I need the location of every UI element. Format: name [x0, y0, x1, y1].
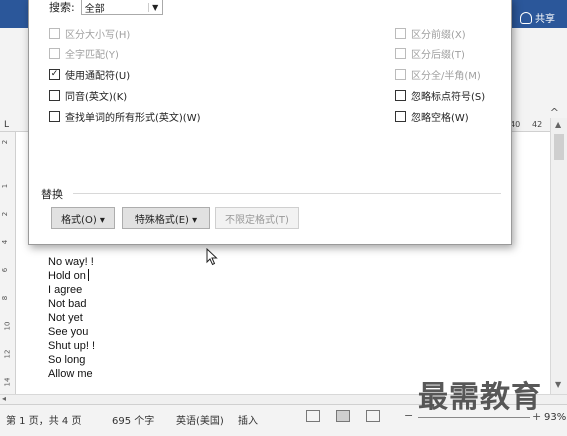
sounds-like-checkbox[interactable]: 同音(英文)(K) — [49, 88, 127, 103]
vruler-mark: 14 — [3, 377, 12, 387]
search-direction-select[interactable]: 全部 ▼ — [80, 0, 163, 15]
all-word-forms-checkbox[interactable]: 查找单词的所有形式(英文)(W) — [49, 109, 201, 124]
option-label: 区分大小写(H) — [65, 30, 131, 41]
person-icon — [520, 11, 532, 24]
ruler-mark: 42 — [532, 120, 543, 129]
option-label: 忽略标点符号(S) — [411, 92, 486, 103]
checkbox-box[interactable] — [395, 111, 406, 122]
match-prefix-checkbox[interactable]: 区分前缀(X) — [395, 26, 466, 41]
zoom-level[interactable]: 93% — [544, 412, 566, 423]
option-label: 同音(英文)(K) — [65, 92, 128, 103]
scroll-up-icon[interactable]: ▲ — [555, 120, 561, 129]
print-layout-icon[interactable] — [336, 410, 350, 422]
section-divider — [73, 193, 501, 194]
zoom-out-icon[interactable]: − — [404, 409, 413, 422]
text-cursor — [87, 269, 89, 281]
option-label: 查找单词的所有形式(英文)(W) — [65, 113, 201, 124]
checkmark-icon[interactable]: ✓ — [49, 69, 60, 80]
option-label: 使用通配符(U) — [65, 71, 131, 82]
vruler-mark: 2 — [1, 211, 10, 217]
scroll-left-icon[interactable]: ◂ — [2, 394, 6, 403]
checkbox-box[interactable] — [395, 90, 406, 101]
share-button[interactable]: 共享 — [520, 10, 555, 25]
mouse-pointer-icon — [206, 248, 218, 266]
ignore-punctuation-checkbox[interactable]: 忽略标点符号(S) — [395, 88, 485, 103]
checkbox-box[interactable] — [395, 48, 406, 59]
replace-section-label: 替换 — [41, 188, 63, 201]
chevron-down-icon[interactable]: ▼ — [147, 2, 162, 12]
web-layout-icon[interactable] — [366, 410, 380, 422]
option-label: 区分后缀(T) — [411, 50, 465, 61]
search-direction-row: 搜索: 全部 ▼ — [49, 0, 163, 15]
text-line: I agree — [48, 284, 83, 296]
use-wildcards-checkbox[interactable]: ✓ 使用通配符(U) — [49, 67, 130, 82]
share-label: 共享 — [535, 14, 555, 25]
tab-selector[interactable]: L — [4, 120, 9, 130]
option-label: 全字匹配(Y) — [65, 50, 119, 61]
text-line: So long — [48, 354, 86, 366]
word-window: 共享 ^ L 40 42 2 1 2 4 6 8 10 12 14 No way… — [0, 0, 567, 436]
text-line: See you — [48, 326, 89, 338]
language-indicator[interactable]: 英语(美国) — [176, 412, 224, 427]
word-count[interactable]: 695 个字 — [112, 412, 154, 427]
vruler-mark: 6 — [1, 267, 10, 273]
text-line-content: Hold on — [48, 270, 86, 282]
checkbox-box[interactable] — [49, 48, 60, 59]
vertical-scrollbar[interactable]: ▲ ▼ — [550, 118, 567, 394]
ignore-whitespace-checkbox[interactable]: 忽略空格(W) — [395, 109, 469, 124]
whole-word-checkbox[interactable]: 全字匹配(Y) — [49, 46, 119, 61]
vruler-mark: 8 — [1, 295, 10, 301]
option-label: 忽略空格(W) — [411, 113, 469, 124]
match-width-checkbox[interactable]: 区分全/半角(M) — [395, 67, 481, 82]
document-text[interactable]: No way! ! Hold on I agree Not bad Not ye… — [48, 255, 95, 381]
option-label: 区分全/半角(M) — [411, 71, 481, 82]
text-line: Shut up! ! — [48, 340, 96, 352]
read-mode-icon[interactable] — [306, 410, 320, 422]
scroll-thumb[interactable] — [554, 134, 564, 160]
match-case-checkbox[interactable]: 区分大小写(H) — [49, 26, 130, 41]
checkbox-box[interactable] — [395, 28, 406, 39]
vruler-mark: 1 — [1, 183, 10, 189]
vruler-mark: 10 — [3, 321, 12, 331]
page-info[interactable]: 第 1 页，共 4 页 — [6, 412, 81, 427]
checkbox-box[interactable] — [49, 28, 60, 39]
search-direction-value: 全部 — [84, 3, 105, 15]
vruler-mark: 2 — [1, 139, 10, 145]
find-replace-dialog: 搜索: 全部 ▼ 区分大小写(H) 全字匹配(Y) ✓ 使用通配符(U) 同音(… — [28, 0, 512, 245]
text-line: Not bad — [48, 298, 87, 310]
zoom-slider[interactable] — [418, 417, 530, 418]
vruler-mark: 4 — [1, 239, 10, 245]
text-line: Not yet — [48, 312, 83, 324]
text-line: No way! ! — [48, 256, 94, 268]
no-formatting-button[interactable]: 不限定格式(T) — [215, 207, 299, 229]
format-button[interactable]: 格式(O) ▾ — [51, 207, 115, 229]
special-format-button[interactable]: 特殊格式(E) ▾ — [122, 207, 210, 229]
scroll-down-icon[interactable]: ▼ — [555, 380, 561, 389]
checkbox-box[interactable] — [395, 69, 406, 80]
insert-mode[interactable]: 插入 — [238, 412, 258, 427]
text-line: Hold on — [48, 269, 95, 283]
checkbox-box[interactable] — [49, 111, 60, 122]
watermark-logo: 最需教育 — [418, 380, 542, 415]
match-suffix-checkbox[interactable]: 区分后缀(T) — [395, 46, 465, 61]
search-label: 搜索: — [49, 1, 75, 14]
checkbox-box[interactable] — [49, 90, 60, 101]
text-line: Allow me — [48, 368, 93, 380]
option-label: 区分前缀(X) — [411, 30, 466, 41]
vruler-mark: 12 — [3, 349, 12, 359]
vertical-ruler[interactable]: 2 1 2 4 6 8 10 12 14 — [0, 132, 16, 394]
